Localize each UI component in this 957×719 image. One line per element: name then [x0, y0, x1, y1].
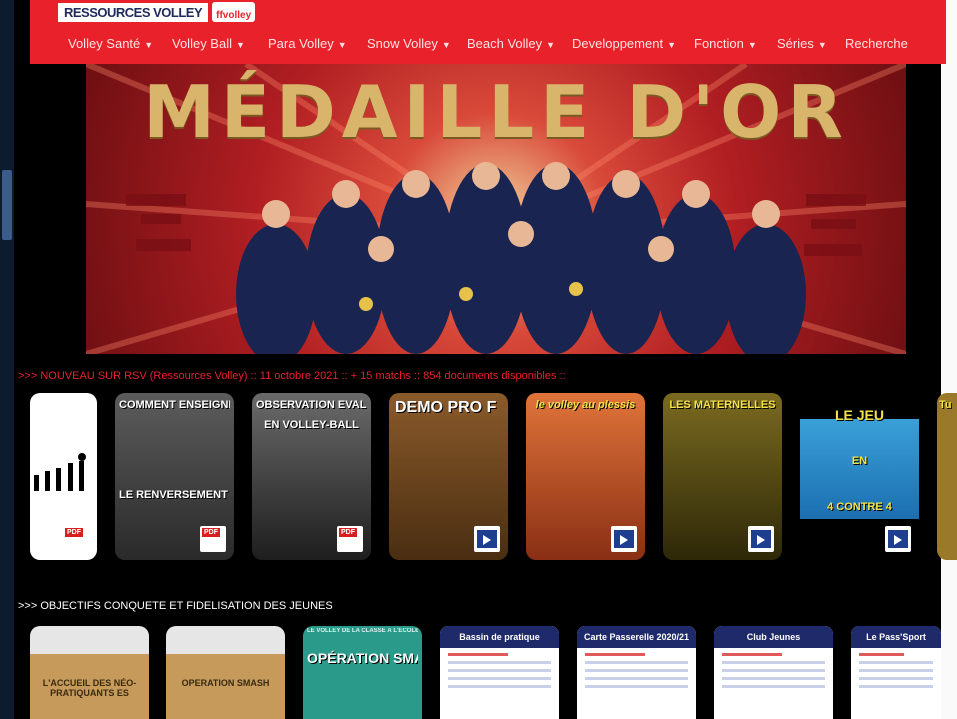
nav-label: Volley Santé — [68, 36, 141, 51]
nav-label: Recherche — [845, 36, 908, 51]
resource-card[interactable]: OPERATION SMASH — [166, 626, 285, 719]
resource-card[interactable]: le volley au plessis — [526, 393, 645, 560]
nav-label: Fonction — [694, 36, 744, 51]
resource-card[interactable]: LE JEU EN 4 CONTRE 4 — [800, 393, 919, 560]
nav-volley-sante[interactable]: Volley Santé ▼ — [68, 36, 153, 51]
card-title: L'ACCUEIL DES NÉO-PRATIQUANTS ES — [42, 678, 137, 698]
video-icon — [474, 526, 500, 552]
resource-card[interactable]: Club Jeunes — [714, 626, 833, 719]
video-icon — [611, 526, 637, 552]
nav-label: Séries — [777, 36, 814, 51]
card-title: OBSERVATION EVALUATION — [256, 399, 367, 411]
hero-banner[interactable]: MÉDAILLE D'OR — [86, 64, 906, 354]
card-title: Carte Passerelle 2020/21 — [577, 626, 696, 648]
resource-card[interactable]: OBSERVATION EVALUATION EN VOLLEY-BALL PD… — [252, 393, 371, 560]
nav-recherche[interactable]: Recherche — [845, 36, 908, 51]
card-title: OPERATION SMASH — [181, 678, 270, 688]
news-ticker[interactable]: >>> NOUVEAU SUR RSV (Ressources Volley) … — [18, 370, 566, 382]
hero-title: MÉDAILLE D'OR — [143, 70, 849, 154]
resource-card[interactable]: LES MATERNELLES — [663, 393, 782, 560]
nav-label: Para Volley — [268, 36, 334, 51]
resource-card[interactable]: COMMENT ENSEIGNER LE RENVERSEMENT DE JEU… — [115, 393, 234, 560]
video-icon — [748, 526, 774, 552]
card-subtitle-2: 4 CONTRE 4 — [827, 501, 892, 513]
chevron-down-icon: ▼ — [144, 40, 154, 50]
site-header: RESSOURCES VOLLEY ffvolley Volley Santé ▼… — [30, 0, 946, 64]
chevron-down-icon: ▼ — [667, 40, 676, 50]
nav-developpement[interactable]: Developpement ▼ — [572, 36, 676, 51]
chevron-down-icon: ▼ — [817, 40, 827, 50]
nav-snow-volley[interactable]: Snow Volley ▼ — [367, 36, 451, 51]
ffvolley-logo: ffvolley — [212, 2, 256, 22]
resource-card[interactable]: Tu — [937, 393, 957, 560]
resource-card[interactable]: Carte Passerelle 2020/21 — [577, 626, 696, 719]
chevron-down-icon: ▼ — [235, 40, 245, 50]
card-title: LE JEU — [834, 407, 884, 423]
chevron-down-icon: ▼ — [546, 40, 556, 50]
card-title: OPÉRATION SMASHY — [307, 650, 418, 666]
nav-label: Volley Ball — [172, 36, 232, 51]
right-edge — [941, 0, 957, 719]
resource-card[interactable]: L'ACCUEIL DES NÉO-PRATIQUANTS ES — [30, 626, 149, 719]
card-title: Tu — [939, 399, 952, 411]
card-title: COMMENT ENSEIGNER — [119, 399, 230, 411]
nav-label: Developpement — [572, 36, 664, 51]
video-icon — [885, 526, 911, 552]
nav-series[interactable]: Séries ▼ — [777, 36, 827, 51]
card-subtitle: LE RENVERSEMENT DE JEU — [119, 489, 230, 501]
card-title: le volley au plessis — [535, 399, 636, 411]
card-title: LES MATERNELLES — [669, 399, 776, 411]
resource-card[interactable]: Le Pass'Sport — [851, 626, 941, 719]
pdf-icon: PDF — [200, 526, 226, 552]
card-title: DEMO PRO F — [395, 399, 497, 416]
nav-para-volley[interactable]: Para Volley ▼ — [268, 36, 347, 51]
resource-card[interactable]: LE VOLLEY DE LA CLASSE À L'ÉCOLE OPÉRATI… — [303, 626, 422, 719]
nav-fonction[interactable]: Fonction ▼ — [694, 36, 757, 51]
chevron-down-icon: ▼ — [337, 40, 347, 50]
card-title: Bassin de pratique — [440, 626, 559, 648]
resource-card[interactable]: PDF — [30, 393, 97, 560]
team-photo — [236, 162, 806, 354]
card-subtitle: EN — [851, 455, 868, 467]
nav-label: Snow Volley — [367, 36, 438, 51]
main-nav: Volley Santé ▼ Volley Ball ▼ Para Volley ▼ … — [30, 36, 946, 56]
section-title: >>> OBJECTIFS CONQUETE ET FIDELISATION D… — [18, 600, 333, 612]
site-logo[interactable]: RESSOURCES VOLLEY ffvolley — [58, 0, 256, 22]
nav-beach-volley[interactable]: Beach Volley ▼ — [467, 36, 555, 51]
card-top-line: LE VOLLEY DE LA CLASSE À L'ÉCOLE — [307, 628, 418, 634]
pdf-icon: PDF — [337, 526, 363, 552]
left-edge-mark — [2, 170, 12, 240]
card-subtitle: EN VOLLEY-BALL — [264, 419, 359, 431]
chevron-down-icon: ▼ — [441, 40, 451, 50]
left-edge — [0, 0, 14, 719]
chevron-down-icon: ▼ — [747, 40, 757, 50]
nav-volley-ball[interactable]: Volley Ball ▼ — [172, 36, 245, 51]
nav-label: Beach Volley — [467, 36, 543, 51]
pdf-icon: PDF — [63, 526, 89, 552]
card-title: Club Jeunes — [714, 626, 833, 648]
resource-card[interactable]: DEMO PRO F — [389, 393, 508, 560]
logo-text: RESSOURCES VOLLEY — [58, 3, 209, 22]
card-title: Le Pass'Sport — [851, 626, 941, 648]
resource-card[interactable]: Bassin de pratique — [440, 626, 559, 719]
